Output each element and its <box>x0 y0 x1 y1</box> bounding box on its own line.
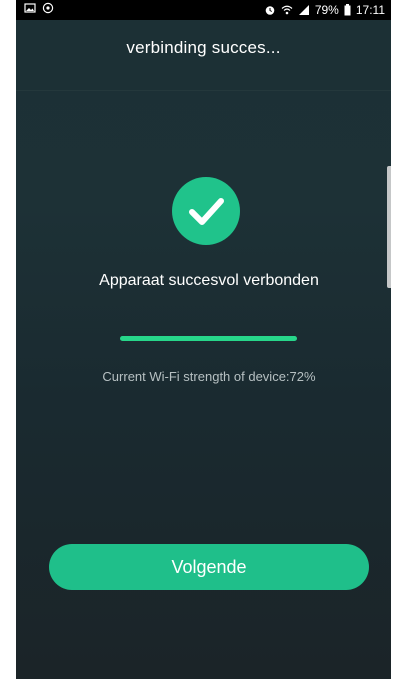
edge-panel-handle[interactable] <box>387 166 391 288</box>
alarm-icon <box>264 4 276 16</box>
status-bar-left <box>24 2 54 14</box>
signal-icon <box>298 4 310 16</box>
wifi-strength-text: Current Wi-Fi strength of device:72% <box>102 369 316 384</box>
connection-progress-bar <box>120 336 297 341</box>
clock: 17:11 <box>355 3 385 17</box>
progress-fill <box>120 336 297 341</box>
next-button-label: Volgende <box>171 556 247 577</box>
battery-icon <box>344 4 351 16</box>
next-button[interactable]: Volgende <box>49 544 369 590</box>
app-screen: 79% 17:11 verbinding succes... Apparaat … <box>16 0 391 679</box>
wifi-icon <box>281 4 293 16</box>
image-icon <box>24 2 36 14</box>
status-bar-right: 79% 17:11 <box>264 3 385 17</box>
success-check-icon <box>172 177 240 245</box>
page-title: verbinding succes... <box>126 38 281 57</box>
battery-percent: 79% <box>314 3 339 17</box>
whatsapp-icon <box>42 2 54 14</box>
status-bar: 79% 17:11 <box>16 0 391 20</box>
success-message: Apparaat succesvol verbonden <box>99 272 319 289</box>
